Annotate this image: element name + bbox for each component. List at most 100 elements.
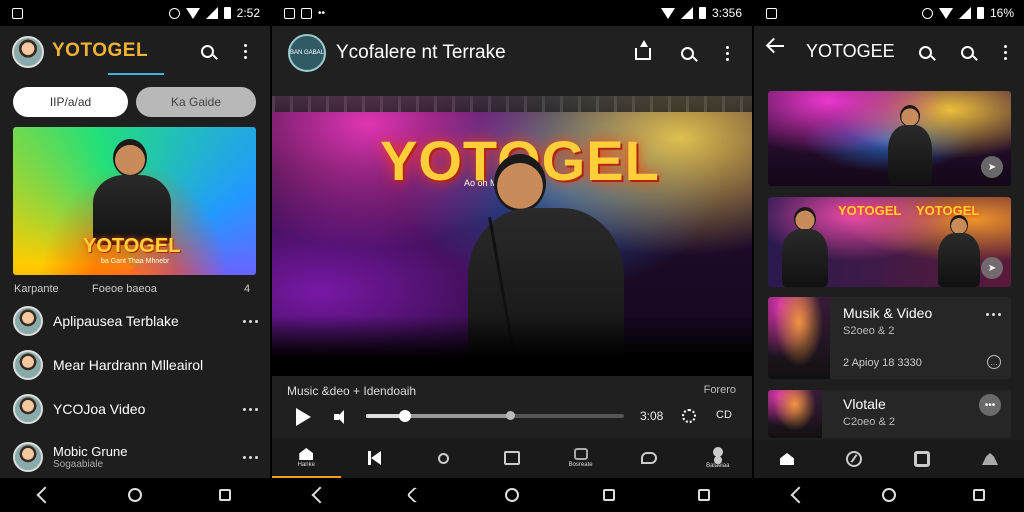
recents-nav-icon[interactable]	[219, 489, 232, 501]
list-item-title: Aplipausea Terblake	[53, 313, 179, 329]
list-item[interactable]: Aplipausea Terblake	[13, 304, 258, 338]
more-horiz-icon[interactable]	[243, 319, 258, 323]
more-vert-icon	[1003, 44, 1007, 60]
page-title: YOTOGEE	[806, 41, 895, 61]
home-nav-icon[interactable]	[881, 488, 896, 502]
channel-logo[interactable]: BAN GABAL	[288, 34, 326, 72]
singer-figure	[794, 207, 816, 231]
home-nav-icon[interactable]	[127, 488, 142, 502]
tab-grid[interactable]	[478, 438, 547, 478]
recents-nav-icon[interactable]	[602, 489, 615, 501]
home-nav-icon[interactable]	[504, 488, 519, 502]
recents-nav-icon[interactable]	[973, 489, 986, 501]
explore-icon[interactable]	[846, 451, 862, 467]
more-options-button[interactable]	[994, 41, 1016, 63]
battery-icon	[976, 7, 984, 19]
back-nav-icon[interactable]	[36, 486, 54, 504]
filter-chip-right[interactable]: Ka Gaide	[136, 87, 256, 117]
seek-handle[interactable]	[398, 410, 411, 422]
more-vert-icon	[725, 45, 729, 61]
video-meta-right: Forero	[703, 384, 736, 396]
play-button[interactable]	[296, 408, 311, 426]
tab-search[interactable]	[409, 438, 478, 478]
overflow-dots-icon: ••	[318, 7, 326, 19]
skip-back-icon	[367, 451, 382, 465]
avatar	[13, 306, 43, 336]
singer-figure	[950, 215, 968, 235]
video-player[interactable]: YOTOGEL Ao oh Mu Stllea Fa	[272, 96, 752, 376]
search-button[interactable]	[914, 41, 936, 63]
search-button-secondary[interactable]	[956, 41, 978, 63]
more-options-button[interactable]	[234, 40, 256, 62]
settings-gear-icon[interactable]	[682, 409, 696, 423]
card-title: Musik & Video	[843, 305, 933, 321]
home-icon[interactable]	[780, 453, 794, 465]
avatar	[13, 350, 43, 380]
playback-time: 3:08	[640, 409, 664, 423]
recents-alt-nav-icon[interactable]	[698, 489, 711, 501]
video-meta-title: Music &deo + Idendoaih	[287, 384, 417, 398]
singer-figure	[494, 154, 546, 212]
status-bar: 2:52	[0, 0, 270, 26]
avatar	[13, 394, 43, 424]
list-item[interactable]: YCOJoa Video	[13, 392, 258, 426]
list-item[interactable]: Mobic Grune Sogaabiale	[13, 440, 258, 474]
featured-video-thumbnail[interactable]: YOTOGEL ba Gant Thaa Mhnebr	[13, 127, 256, 275]
result-card[interactable]: Vlotale C2oeo & 2 •••	[768, 390, 1011, 438]
search-button[interactable]	[676, 42, 698, 64]
result-thumbnail[interactable]: ➤	[768, 91, 1011, 186]
section-sublabel: Foeoe baeoa	[92, 283, 157, 295]
more-options-button[interactable]	[716, 42, 738, 64]
list-item-title: Mear Hardrann Mlleairol	[53, 357, 204, 373]
more-horiz-icon[interactable]	[243, 455, 258, 459]
battery-icon	[698, 7, 706, 19]
result-thumbnail[interactable]: YOTOGEL YOTOGEL ➤	[768, 197, 1011, 287]
tab-account[interactable]: Balaeiaa	[683, 438, 752, 478]
volume-icon[interactable]	[334, 410, 348, 424]
comment-icon[interactable]: …	[987, 355, 1001, 369]
subscriptions-icon[interactable]	[914, 451, 930, 467]
card-meta: 2 Apioy 18 3330	[843, 357, 922, 369]
search-icon	[200, 44, 214, 58]
result-card[interactable]: Musik & Video S2oeo & 2 2 Apioy 18 3330 …	[768, 297, 1011, 379]
seek-bar[interactable]	[366, 410, 624, 422]
more-vert-icon	[243, 43, 247, 59]
list-item[interactable]: Mear Hardrann Mlleairol	[13, 348, 258, 382]
list-item-title: Mobic Grune	[53, 444, 128, 459]
notification-icon	[766, 7, 777, 19]
tab-library[interactable]: Bosreate	[546, 438, 615, 478]
bottom-tab-bar: Hanke Bosreate Balaeiaa	[272, 438, 752, 478]
share-button[interactable]	[632, 40, 654, 65]
search-button[interactable]	[196, 40, 218, 62]
section-label: Karpante	[14, 283, 59, 295]
play-badge-icon[interactable]: ➤	[981, 156, 1003, 178]
profile-avatar[interactable]	[12, 36, 44, 68]
more-options-badge[interactable]: •••	[979, 394, 1001, 416]
play-badge-icon[interactable]: ➤	[981, 257, 1003, 279]
more-horiz-icon[interactable]	[243, 407, 258, 411]
seek-buffer-marker	[506, 411, 516, 420]
back-alt-nav-icon[interactable]	[406, 486, 424, 504]
status-time: 2:52	[236, 6, 260, 20]
captions-button[interactable]: CD	[716, 409, 732, 421]
screen-home: 2:52 YOTOGEL IIP/a/ad Ka Gaide YOTOGEL b…	[0, 0, 270, 512]
tab-chat[interactable]	[615, 438, 684, 478]
back-nav-icon[interactable]	[790, 486, 808, 504]
tab-home[interactable]: Hanke	[272, 438, 341, 478]
back-nav-icon[interactable]	[311, 486, 329, 504]
message-icon	[301, 7, 312, 19]
thumb-title: YOTOGEL	[838, 203, 902, 218]
screen-search-results: 16% YOTOGEE ➤ YOTOGEL YOTOGEL ➤ Musik & …	[754, 0, 1024, 512]
tab-skip-back[interactable]	[341, 438, 410, 478]
filter-chip-left[interactable]: IIP/a/ad	[13, 87, 128, 117]
screen-player: •• 3:356 BAN GABAL Ycofalere nt Terrake …	[272, 0, 752, 512]
list-item-title: YCOJoa Video	[53, 401, 146, 417]
account-icon[interactable]	[982, 453, 998, 465]
list-item-subtitle: Sogaabiale	[53, 459, 104, 470]
back-arrow-icon[interactable]	[768, 45, 784, 47]
card-subtitle: S2oeo & 2	[843, 325, 895, 337]
more-horiz-icon[interactable]	[986, 313, 1001, 316]
hero-title: YOTOGEL	[83, 235, 181, 257]
home-icon	[299, 448, 314, 460]
status-time: 3:356	[711, 6, 742, 20]
